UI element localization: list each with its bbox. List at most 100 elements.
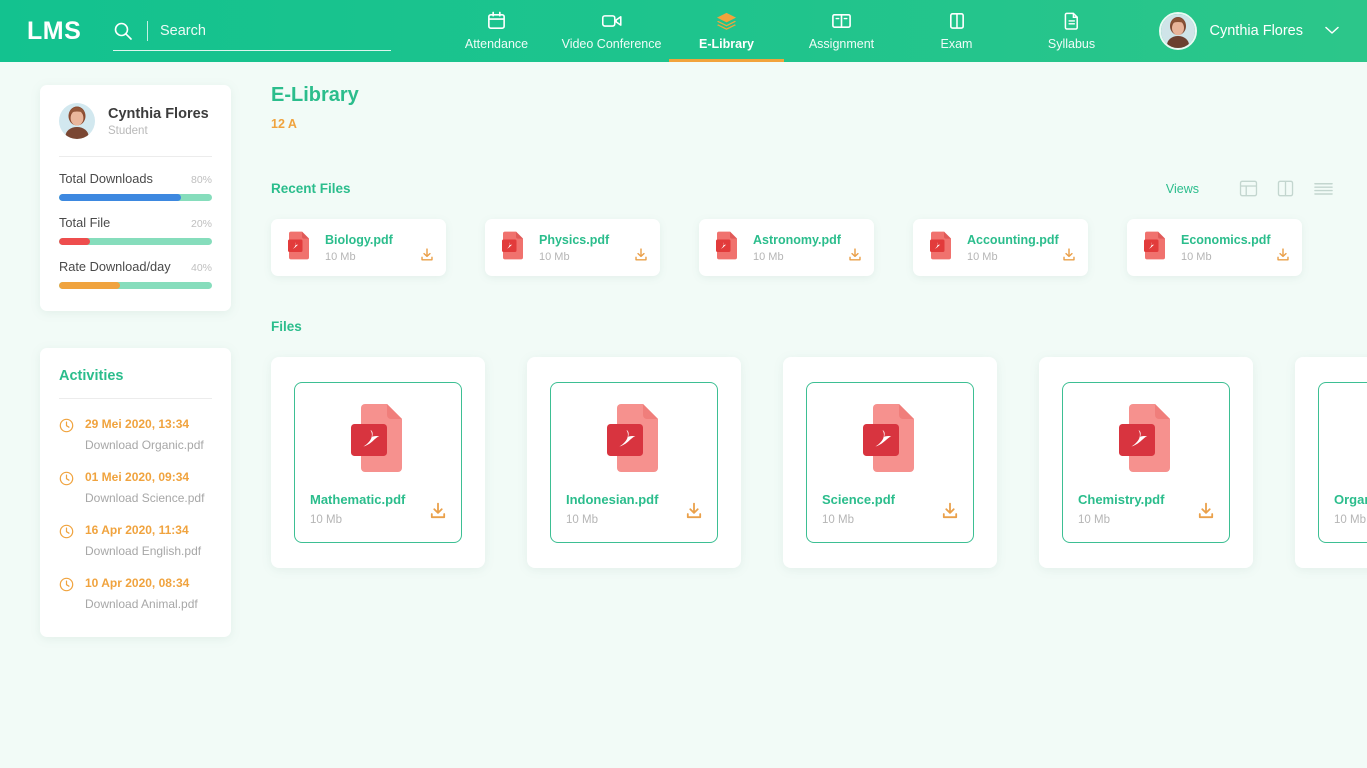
pdf-icon (715, 231, 739, 265)
sidebar: Cynthia Flores Student Total Downloads 8… (40, 85, 231, 637)
file-card[interactable]: Science.pdf 10 Mb (783, 357, 997, 568)
file-card-text: Organic.pdf 10 Mb (1334, 492, 1367, 526)
progress-bar-fill (59, 194, 182, 201)
file-size: 10 Mb (310, 514, 342, 526)
pdf-icon (859, 402, 921, 481)
file-card[interactable]: Chemistry.pdf 10 Mb (1039, 357, 1253, 568)
divider (59, 156, 212, 157)
nav-item-exam[interactable]: Exam (899, 0, 1014, 62)
page-title: E-Library (271, 84, 359, 106)
avatar (59, 103, 95, 139)
download-icon[interactable] (847, 247, 863, 268)
stat-row: Total File 20% (59, 215, 212, 230)
file-size: 10 Mb (566, 514, 598, 526)
activity-item[interactable]: 16 Apr 2020, 11:34 Download English.pdf (59, 523, 212, 558)
file-size: 10 Mb (1078, 514, 1110, 526)
progress-bar-track (59, 282, 212, 289)
stat-row: Total Downloads 80% (59, 171, 212, 186)
nav-label: Assignment (808, 37, 875, 51)
activity-date: 16 Apr 2020, 11:34 (85, 523, 189, 537)
clock-icon (59, 418, 74, 452)
file-name: Physics.pdf (539, 232, 610, 247)
main-content: E-Library 12 A Recent Files Views Biolog… (271, 84, 1367, 568)
download-icon[interactable] (1196, 501, 1216, 526)
download-icon[interactable] (428, 501, 448, 526)
file-size: 10 Mb (539, 250, 570, 263)
video-camera-icon (600, 9, 624, 31)
file-size: 10 Mb (325, 250, 356, 263)
nav-item-attendance[interactable]: Attendance (439, 0, 554, 62)
file-card[interactable]: Mathematic.pdf 10 Mb (271, 357, 485, 568)
clock-icon (59, 471, 74, 505)
stat-label: Total File (59, 215, 111, 230)
layers-icon (715, 9, 738, 31)
recent-file-text: Economics.pdf 10 Mb (1181, 233, 1271, 263)
clock-icon (59, 524, 74, 558)
recent-file-card[interactable]: Economics.pdf 10 Mb (1127, 219, 1302, 276)
chevron-down-icon[interactable] (1325, 22, 1339, 40)
file-card-inner: Mathematic.pdf 10 Mb (294, 382, 462, 543)
recent-file-card[interactable]: Accounting.pdf 10 Mb (913, 219, 1088, 276)
recent-files-list: Biology.pdf 10 Mb Physics.pdf 10 Mb Astr… (271, 219, 1367, 276)
file-card[interactable]: Indonesian.pdf 10 Mb (527, 357, 741, 568)
stat-total-downloads: Total Downloads 80% (59, 171, 212, 201)
profile-header: Cynthia Flores Student (59, 103, 212, 139)
file-card-inner: Indonesian.pdf 10 Mb (550, 382, 718, 543)
activity-date: 10 Apr 2020, 08:34 (85, 576, 190, 590)
nav-item-syllabus[interactable]: Syllabus (1014, 0, 1129, 62)
list-view-icon[interactable] (1313, 179, 1334, 198)
user-profile-menu[interactable]: Cynthia Flores (1158, 0, 1347, 62)
nav-item-assignment[interactable]: Assignment (784, 0, 899, 62)
file-card-text: Indonesian.pdf 10 Mb (566, 492, 658, 526)
recent-file-card[interactable]: Astronomy.pdf 10 Mb (699, 219, 874, 276)
download-icon[interactable] (419, 247, 435, 268)
download-icon[interactable] (633, 247, 649, 268)
views-toolbar: Views (1166, 179, 1334, 198)
download-icon[interactable] (684, 501, 704, 526)
stat-percent: 20% (190, 218, 212, 230)
book-icon (947, 9, 966, 31)
activity-item[interactable]: 10 Apr 2020, 08:34 Download Animal.pdf (59, 576, 212, 611)
progress-bar-track (59, 194, 212, 201)
pdf-icon (1143, 231, 1167, 265)
stat-row: Rate Download/day 40% (59, 259, 212, 274)
files-title: Files (271, 319, 302, 334)
download-icon[interactable] (1275, 247, 1291, 268)
stat-percent: 80% (190, 174, 212, 186)
activities-title: Activities (59, 368, 124, 384)
views-label: Views (1165, 181, 1199, 196)
profile-role: Student (108, 124, 148, 137)
app-header: LMS Attendance (0, 0, 1367, 62)
file-card-inner: Science.pdf 10 Mb (806, 382, 974, 543)
progress-bar-track (59, 238, 212, 245)
file-card[interactable]: Organic.pdf 10 Mb (1295, 357, 1367, 568)
search-divider (147, 20, 148, 41)
activity-description: Download Animal.pdf (85, 597, 198, 611)
recent-file-card[interactable]: Biology.pdf 10 Mb (271, 219, 446, 276)
activity-description: Download English.pdf (85, 544, 202, 558)
recent-file-text: Astronomy.pdf 10 Mb (753, 233, 841, 263)
download-icon[interactable] (940, 501, 960, 526)
download-icon[interactable] (1061, 247, 1077, 268)
pdf-icon (929, 231, 953, 265)
file-size: 10 Mb (1334, 514, 1366, 526)
search-bar[interactable] (113, 11, 391, 51)
clock-icon (59, 577, 74, 611)
search-input[interactable] (160, 22, 360, 39)
stat-label: Total Downloads (59, 171, 153, 186)
nav-item-video-conference[interactable]: Video Conference (554, 0, 669, 62)
pdf-icon (603, 402, 665, 481)
pdf-icon (347, 402, 409, 481)
recent-files-header: Recent Files Views (271, 179, 1367, 198)
activity-description: Download Organic.pdf (85, 438, 204, 452)
file-name: Biology.pdf (325, 232, 393, 247)
recent-file-card[interactable]: Physics.pdf 10 Mb (485, 219, 660, 276)
activity-item[interactable]: 29 Mei 2020, 13:34 Download Organic.pdf (59, 417, 212, 452)
activity-item[interactable]: 01 Mei 2020, 09:34 Download Science.pdf (59, 470, 212, 505)
nav-label: E-Library (699, 37, 754, 51)
split-view-icon[interactable] (1276, 179, 1295, 198)
grid-view-icon[interactable] (1239, 179, 1258, 198)
nav-item-e-library[interactable]: E-Library (669, 0, 784, 62)
search-icon (113, 21, 133, 41)
activity-text: 10 Apr 2020, 08:34 Download Animal.pdf (85, 576, 198, 611)
